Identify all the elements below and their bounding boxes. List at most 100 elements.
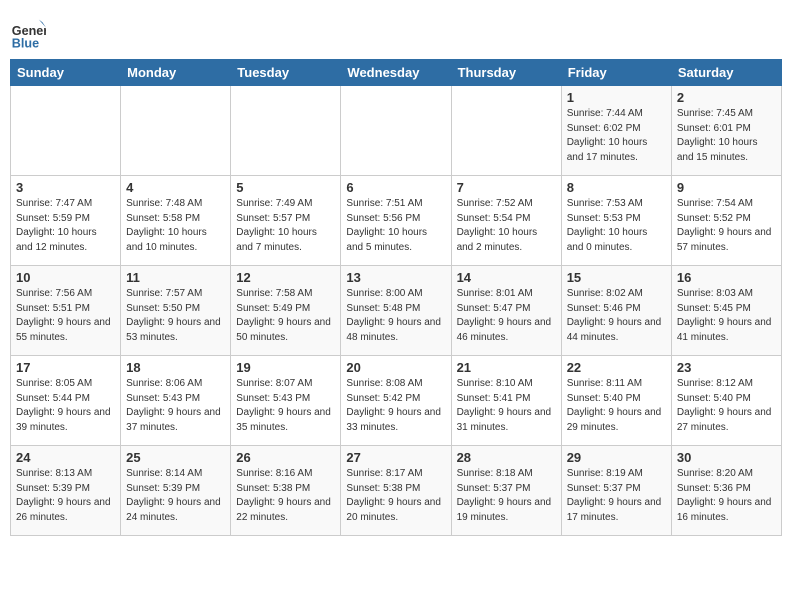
calendar-cell: 21Sunrise: 8:10 AM Sunset: 5:41 PM Dayli… xyxy=(451,356,561,446)
day-number: 18 xyxy=(126,360,225,375)
calendar-cell: 16 Sunrise: 8:03 AM Sunset: 5:45 PM Dayli… xyxy=(671,266,781,356)
calendar-cell: 18 Sunrise: 8:06 AM Sunset: 5:43 PM Dayli… xyxy=(121,356,231,446)
day-info: Sunrise: 7:58 AM Sunset: 5:49 PM Dayligh… xyxy=(236,287,335,345)
weekday-header-thursday: Thursday xyxy=(451,60,561,86)
calendar-cell: 5 Sunrise: 7:49 AM Sunset: 5:57 PM Daylig… xyxy=(231,176,341,266)
logo-icon: General Blue xyxy=(10,15,46,51)
day-info: Sunrise: 7:49 AM Sunset: 5:57 PM Dayligh… xyxy=(236,197,335,255)
calendar-cell: 17 Sunrise: 8:05 AM Sunset: 5:44 PM Dayli… xyxy=(11,356,121,446)
weekday-header-monday: Monday xyxy=(121,60,231,86)
calendar-cell: 19 Sunrise: 8:07 AM Sunset: 5:43 PM Dayli… xyxy=(231,356,341,446)
day-info: Sunrise: 8:20 AM Sunset: 5:36 PM Dayligh… xyxy=(677,467,776,525)
calendar-cell: 30 Sunrise: 8:20 AM Sunset: 5:36 PM Dayli… xyxy=(671,446,781,536)
calendar-cell: 3 Sunrise: 7:47 AM Sunset: 5:59 PM Daylig… xyxy=(11,176,121,266)
day-info: Sunrise: 8:02 AM Sunset: 5:46 PM Dayligh… xyxy=(567,287,666,345)
day-info: Sunrise: 8:12 AM Sunset: 5:40 PM Dayligh… xyxy=(677,377,776,435)
calendar-cell: 12 Sunrise: 7:58 AM Sunset: 5:49 PM Dayli… xyxy=(231,266,341,356)
calendar-cell xyxy=(341,86,451,176)
day-number: 19 xyxy=(236,360,335,375)
day-info: Sunrise: 8:14 AM Sunset: 5:39 PM Dayligh… xyxy=(126,467,225,525)
calendar-cell: 9 Sunrise: 7:54 AM Sunset: 5:52 PM Daylig… xyxy=(671,176,781,266)
day-number: 14 xyxy=(457,270,556,285)
svg-text:Blue: Blue xyxy=(12,36,39,50)
calendar-cell: 2Sunrise: 7:45 AM Sunset: 6:01 PM Daylig… xyxy=(671,86,781,176)
logo: General Blue xyxy=(10,15,50,51)
day-info: Sunrise: 7:54 AM Sunset: 5:52 PM Dayligh… xyxy=(677,197,776,255)
calendar-cell xyxy=(11,86,121,176)
day-info: Sunrise: 7:48 AM Sunset: 5:58 PM Dayligh… xyxy=(126,197,225,255)
weekday-header-saturday: Saturday xyxy=(671,60,781,86)
calendar-cell xyxy=(451,86,561,176)
page-header: General Blue xyxy=(10,10,782,51)
day-info: Sunrise: 8:16 AM Sunset: 5:38 PM Dayligh… xyxy=(236,467,335,525)
week-row-4: 17 Sunrise: 8:05 AM Sunset: 5:44 PM Dayli… xyxy=(11,356,782,446)
day-info: Sunrise: 7:45 AM Sunset: 6:01 PM Dayligh… xyxy=(677,107,776,165)
day-number: 16 xyxy=(677,270,776,285)
calendar-cell: 10Sunrise: 7:56 AM Sunset: 5:51 PM Dayli… xyxy=(11,266,121,356)
calendar-cell: 15 Sunrise: 8:02 AM Sunset: 5:46 PM Dayli… xyxy=(561,266,671,356)
day-number: 17 xyxy=(16,360,115,375)
day-info: Sunrise: 8:18 AM Sunset: 5:37 PM Dayligh… xyxy=(457,467,556,525)
day-number: 3 xyxy=(16,180,115,195)
day-info: Sunrise: 7:57 AM Sunset: 5:50 PM Dayligh… xyxy=(126,287,225,345)
day-info: Sunrise: 7:47 AM Sunset: 5:59 PM Dayligh… xyxy=(16,197,115,255)
day-info: Sunrise: 7:53 AM Sunset: 5:53 PM Dayligh… xyxy=(567,197,666,255)
weekday-header-row: SundayMondayTuesdayWednesdayThursdayFrid… xyxy=(11,60,782,86)
weekday-header-wednesday: Wednesday xyxy=(341,60,451,86)
day-info: Sunrise: 7:56 AM Sunset: 5:51 PM Dayligh… xyxy=(16,287,115,345)
weekday-header-sunday: Sunday xyxy=(11,60,121,86)
day-number: 9 xyxy=(677,180,776,195)
day-number: 22 xyxy=(567,360,666,375)
weekday-header-tuesday: Tuesday xyxy=(231,60,341,86)
day-info: Sunrise: 8:06 AM Sunset: 5:43 PM Dayligh… xyxy=(126,377,225,435)
calendar-cell: 28 Sunrise: 8:18 AM Sunset: 5:37 PM Dayli… xyxy=(451,446,561,536)
day-number: 11 xyxy=(126,270,225,285)
day-number: 20 xyxy=(346,360,445,375)
day-info: Sunrise: 8:13 AM Sunset: 5:39 PM Dayligh… xyxy=(16,467,115,525)
day-info: Sunrise: 8:17 AM Sunset: 5:38 PM Dayligh… xyxy=(346,467,445,525)
calendar-cell: 29 Sunrise: 8:19 AM Sunset: 5:37 PM Dayli… xyxy=(561,446,671,536)
day-info: Sunrise: 8:00 AM Sunset: 5:48 PM Dayligh… xyxy=(346,287,445,345)
day-info: Sunrise: 8:11 AM Sunset: 5:40 PM Dayligh… xyxy=(567,377,666,435)
calendar-cell: 4 Sunrise: 7:48 AM Sunset: 5:58 PM Daylig… xyxy=(121,176,231,266)
calendar-cell: 24 Sunrise: 8:13 AM Sunset: 5:39 PM Dayli… xyxy=(11,446,121,536)
day-info: Sunrise: 7:52 AM Sunset: 5:54 PM Dayligh… xyxy=(457,197,556,255)
day-number: 23 xyxy=(677,360,776,375)
calendar-cell: 26Sunrise: 8:16 AM Sunset: 5:38 PM Dayli… xyxy=(231,446,341,536)
day-number: 7 xyxy=(457,180,556,195)
day-info: Sunrise: 8:05 AM Sunset: 5:44 PM Dayligh… xyxy=(16,377,115,435)
day-number: 13 xyxy=(346,270,445,285)
weekday-header-friday: Friday xyxy=(561,60,671,86)
calendar-cell: 27 Sunrise: 8:17 AM Sunset: 5:38 PM Dayli… xyxy=(341,446,451,536)
calendar-cell xyxy=(231,86,341,176)
day-number: 29 xyxy=(567,450,666,465)
week-row-5: 24 Sunrise: 8:13 AM Sunset: 5:39 PM Dayli… xyxy=(11,446,782,536)
calendar-cell: 6 Sunrise: 7:51 AM Sunset: 5:56 PM Daylig… xyxy=(341,176,451,266)
day-number: 15 xyxy=(567,270,666,285)
calendar-cell: 8 Sunrise: 7:53 AM Sunset: 5:53 PM Daylig… xyxy=(561,176,671,266)
day-info: Sunrise: 8:01 AM Sunset: 5:47 PM Dayligh… xyxy=(457,287,556,345)
day-number: 5 xyxy=(236,180,335,195)
calendar-cell: 1Sunrise: 7:44 AM Sunset: 6:02 PM Daylig… xyxy=(561,86,671,176)
week-row-2: 3 Sunrise: 7:47 AM Sunset: 5:59 PM Daylig… xyxy=(11,176,782,266)
day-number: 6 xyxy=(346,180,445,195)
day-number: 8 xyxy=(567,180,666,195)
calendar-cell xyxy=(121,86,231,176)
day-number: 30 xyxy=(677,450,776,465)
day-number: 27 xyxy=(346,450,445,465)
calendar-cell: 23 Sunrise: 8:12 AM Sunset: 5:40 PM Dayli… xyxy=(671,356,781,446)
day-number: 12 xyxy=(236,270,335,285)
day-info: Sunrise: 7:51 AM Sunset: 5:56 PM Dayligh… xyxy=(346,197,445,255)
day-number: 4 xyxy=(126,180,225,195)
day-info: Sunrise: 8:07 AM Sunset: 5:43 PM Dayligh… xyxy=(236,377,335,435)
day-number: 28 xyxy=(457,450,556,465)
calendar-table: SundayMondayTuesdayWednesdayThursdayFrid… xyxy=(10,59,782,536)
week-row-3: 10Sunrise: 7:56 AM Sunset: 5:51 PM Dayli… xyxy=(11,266,782,356)
calendar-cell: 25 Sunrise: 8:14 AM Sunset: 5:39 PM Dayli… xyxy=(121,446,231,536)
day-info: Sunrise: 8:03 AM Sunset: 5:45 PM Dayligh… xyxy=(677,287,776,345)
day-info: Sunrise: 8:19 AM Sunset: 5:37 PM Dayligh… xyxy=(567,467,666,525)
day-info: Sunrise: 7:44 AM Sunset: 6:02 PM Dayligh… xyxy=(567,107,666,165)
day-number: 25 xyxy=(126,450,225,465)
day-info: Sunrise: 8:08 AM Sunset: 5:42 PM Dayligh… xyxy=(346,377,445,435)
day-number: 24 xyxy=(16,450,115,465)
